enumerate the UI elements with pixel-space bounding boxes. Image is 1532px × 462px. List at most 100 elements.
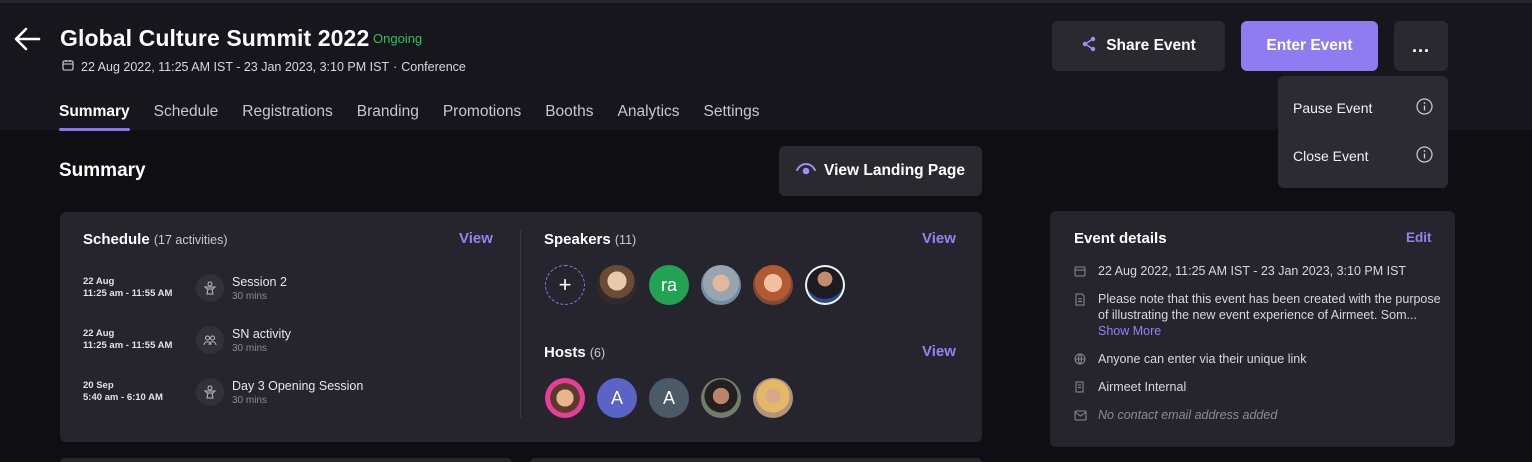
description-text: Please note that this event has been cre…	[1098, 292, 1441, 322]
session-icon	[196, 274, 224, 302]
enter-event-button[interactable]: Enter Event	[1241, 21, 1378, 71]
details-date-range: 22 Aug 2022, 11:25 AM IST - 23 Jan 2023,…	[1098, 264, 1407, 278]
activity-day: 20 Sep	[83, 380, 114, 391]
share-event-button[interactable]: Share Event	[1052, 21, 1225, 71]
document-icon	[1074, 293, 1087, 339]
more-options-menu: Pause Event Close Event	[1278, 76, 1448, 188]
activity-time: 11:25 am - 11:55 AM	[83, 288, 173, 299]
activity-time: 5:40 am - 6:10 AM	[83, 392, 163, 403]
avatar[interactable]	[701, 378, 741, 418]
activity-duration: 30 mins	[232, 291, 268, 302]
session-icon	[196, 378, 224, 406]
close-event-label: Close Event	[1293, 148, 1369, 164]
avatar[interactable]	[805, 265, 845, 305]
pause-event-menu-item[interactable]: Pause Event	[1293, 97, 1433, 119]
details-email: No contact email address added	[1098, 408, 1278, 422]
hosts-title: Hosts	[544, 344, 586, 361]
activity-day: 22 Aug	[83, 276, 115, 287]
details-access-row: Anyone can enter via their unique link	[1074, 351, 1444, 369]
details-description: Please note that this event has been cre…	[1098, 291, 1444, 339]
avatar[interactable]	[545, 378, 585, 418]
tab-bar: Summary Schedule Registrations Branding …	[59, 103, 760, 131]
back-arrow-icon[interactable]	[12, 25, 42, 53]
calendar-icon	[1074, 265, 1087, 281]
view-speakers-link[interactable]: View	[922, 230, 956, 247]
avatar[interactable]: A	[597, 378, 637, 418]
column-divider	[520, 230, 521, 418]
event-details-card: Event details Edit 22 Aug 2022, 11:25 AM…	[1050, 211, 1455, 447]
details-organizer-row: Airmeet Internal	[1074, 379, 1444, 397]
summary-card: Schedule (17 activities) View 22 Aug 11:…	[60, 212, 982, 442]
details-access: Anyone can enter via their unique link	[1098, 352, 1307, 366]
view-landing-page-label: View Landing Page	[824, 162, 965, 179]
networking-icon	[196, 326, 224, 354]
pause-event-label: Pause Event	[1293, 100, 1373, 116]
activity-name: Session 2	[232, 275, 287, 289]
more-options-button[interactable]: ...	[1394, 21, 1448, 71]
calendar-icon	[62, 59, 74, 74]
tab-analytics[interactable]: Analytics	[617, 103, 679, 131]
event-type: Conference	[401, 59, 466, 74]
share-event-label: Share Event	[1106, 37, 1196, 54]
schedule-title: Schedule	[83, 231, 150, 248]
info-icon[interactable]	[1416, 98, 1433, 118]
event-date-range: 22 Aug 2022, 11:25 AM IST - 23 Jan 2023,…	[81, 59, 390, 74]
activity-time: 11:25 am - 11:55 AM	[83, 340, 173, 351]
close-event-menu-item[interactable]: Close Event	[1293, 145, 1433, 167]
avatar[interactable]	[597, 265, 637, 305]
details-email-row: No contact email address added	[1074, 407, 1444, 425]
edit-details-link[interactable]: Edit	[1406, 230, 1432, 245]
schedule-activity[interactable]: 20 Sep 5:40 am - 6:10 AM Day 3 Opening S…	[83, 378, 483, 412]
share-icon	[1081, 36, 1097, 57]
schedule-heading: Schedule (17 activities)	[83, 231, 228, 248]
hosts-heading: Hosts (6)	[544, 344, 605, 361]
tab-settings[interactable]: Settings	[704, 103, 760, 131]
avatar[interactable]	[753, 378, 793, 418]
activity-name: SN activity	[232, 327, 292, 341]
add-speaker-button[interactable]: +	[545, 265, 585, 305]
tab-registrations[interactable]: Registrations	[242, 103, 332, 131]
separator: ·	[393, 59, 398, 74]
mail-icon	[1074, 409, 1087, 425]
details-date-row: 22 Aug 2022, 11:25 AM IST - 23 Jan 2023,…	[1074, 263, 1444, 281]
speaker-avatars: + ra	[545, 265, 845, 305]
activity-date: 22 Aug 11:25 am - 11:55 AM	[83, 276, 172, 300]
tab-summary[interactable]: Summary	[59, 103, 130, 131]
speakers-count: (11)	[614, 233, 637, 247]
avatar[interactable]	[753, 265, 793, 305]
activity-date: 20 Sep 5:40 am - 6:10 AM	[83, 380, 163, 404]
view-schedule-link[interactable]: View	[459, 230, 493, 247]
tab-branding[interactable]: Branding	[357, 103, 419, 131]
lower-card	[530, 458, 982, 462]
activity-date: 22 Aug 11:25 am - 11:55 AM	[83, 328, 172, 352]
activity-day: 22 Aug	[83, 328, 115, 339]
avatar[interactable]: A	[649, 378, 689, 418]
activity-name: Day 3 Opening Session	[232, 379, 364, 393]
hosts-count: (6)	[589, 346, 606, 360]
schedule-activity[interactable]: 22 Aug 11:25 am - 11:55 AM Session 2 30 …	[83, 274, 483, 308]
avatar[interactable]	[701, 265, 741, 305]
avatar[interactable]: ra	[649, 265, 689, 305]
status-badge: Ongoing	[373, 31, 423, 46]
view-landing-page-button[interactable]: View Landing Page	[779, 146, 982, 196]
section-title: Summary	[59, 160, 146, 181]
lower-card	[60, 458, 512, 462]
info-icon[interactable]	[1416, 146, 1433, 166]
event-date-line: 22 Aug 2022, 11:25 AM IST - 23 Jan 2023,…	[62, 59, 466, 74]
tab-schedule[interactable]: Schedule	[154, 103, 219, 131]
activity-duration: 30 mins	[232, 343, 268, 354]
details-description-row: Please note that this event has been cre…	[1074, 291, 1444, 339]
activity-duration: 30 mins	[232, 395, 268, 406]
globe-icon	[1074, 353, 1087, 369]
speakers-heading: Speakers (11)	[544, 231, 636, 248]
view-hosts-link[interactable]: View	[922, 343, 956, 360]
building-icon	[1074, 381, 1087, 397]
tab-promotions[interactable]: Promotions	[443, 103, 521, 131]
speakers-title: Speakers	[544, 231, 611, 248]
event-title: Global Culture Summit 2022	[60, 25, 370, 51]
schedule-activity[interactable]: 22 Aug 11:25 am - 11:55 AM SN activity 3…	[83, 326, 483, 360]
tab-booths[interactable]: Booths	[545, 103, 593, 131]
details-organizer: Airmeet Internal	[1098, 380, 1187, 394]
schedule-count: (17 activities)	[153, 233, 228, 247]
show-more-link[interactable]: Show More	[1098, 324, 1161, 338]
